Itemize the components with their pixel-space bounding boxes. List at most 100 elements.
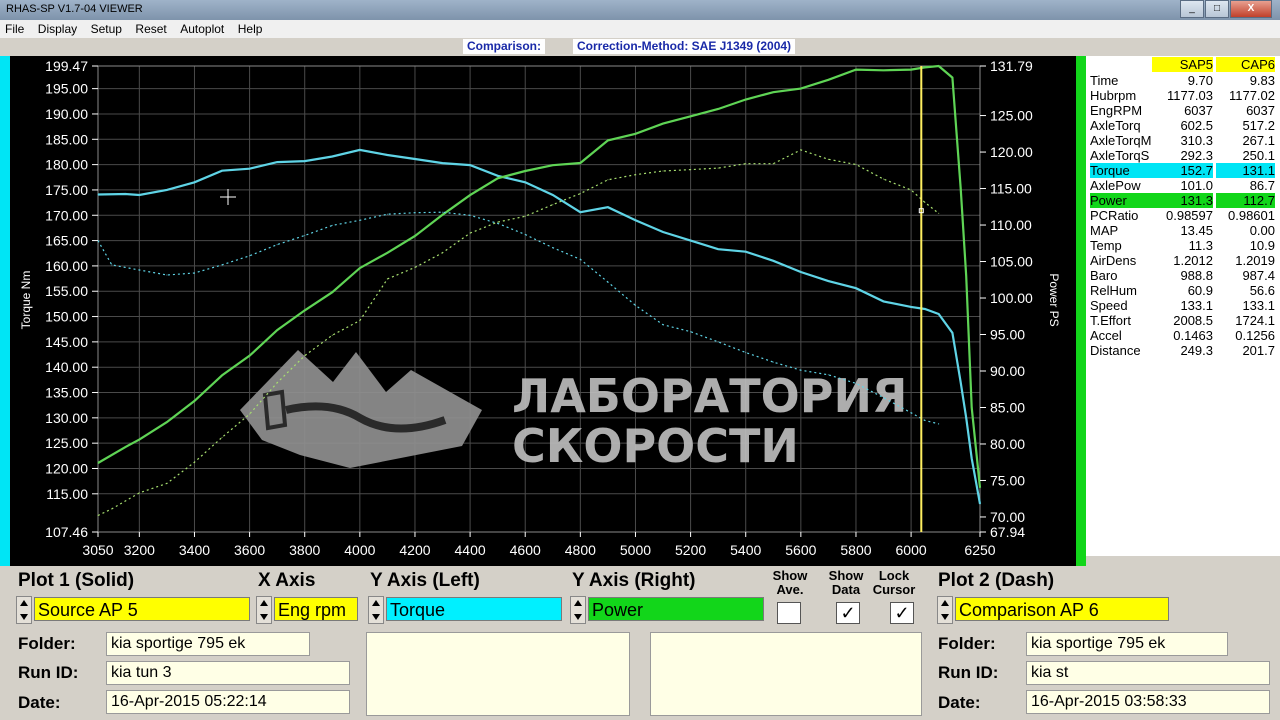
plot1-runid-field[interactable]: kia tun 3	[106, 661, 350, 685]
x-tick-label: 6000	[896, 542, 927, 558]
lock-cursor-checkbox[interactable]: ✓	[890, 602, 914, 624]
series-point	[193, 400, 196, 402]
series-point	[634, 304, 637, 307]
plot2-folder-field[interactable]: kia sportige 795 ek	[1026, 632, 1228, 656]
y-left-select[interactable]: Torque	[386, 597, 562, 621]
series-point	[960, 187, 962, 190]
series-point	[960, 381, 962, 383]
notes-box-left[interactable]	[366, 632, 630, 716]
table-row: EngRPM 6037 6037	[1086, 103, 1280, 118]
y-left-tick-label: 170.00	[45, 207, 88, 223]
plot1-folder-field[interactable]: kia sportige 795 ek	[106, 632, 310, 656]
plot1-date-field[interactable]: 16-Apr-2015 05:22:14	[106, 690, 350, 714]
series-point	[689, 115, 692, 117]
row-value-cap6: 1177.02	[1228, 88, 1275, 103]
y-left-tick-label: 145.00	[45, 334, 88, 350]
series-point	[910, 412, 912, 414]
row-value-sap5: 11.3	[1188, 238, 1213, 253]
series-point	[951, 332, 954, 334]
y-left-spinner[interactable]	[368, 596, 384, 624]
row-value-sap5: 60.9	[1187, 283, 1213, 298]
x-tick-label: 5600	[785, 542, 816, 558]
table-row: Accel 0.1463 0.1256	[1086, 328, 1280, 343]
y-axis-right-title: Y Axis (Right)	[572, 570, 696, 591]
x-axis-spinner[interactable]	[256, 596, 272, 624]
y-right-tick-label: 85.00	[990, 399, 1025, 415]
row-value-cap6: 201.7	[1242, 343, 1275, 358]
x-tick-label: 4400	[455, 542, 486, 558]
series-point	[689, 239, 692, 242]
series-point	[938, 423, 940, 425]
dyno-chart[interactable]: ЛАБОРАТОРИЯСКОРОСТИ 3050 3200 3400 3600 3800…	[0, 0, 1086, 566]
row-value-cap6: 0.1256	[1235, 328, 1275, 343]
series-point	[386, 213, 389, 215]
plot2-source-spinner[interactable]	[937, 596, 953, 624]
series-point	[910, 189, 912, 191]
row-value-sap5: 9.70	[1187, 73, 1213, 88]
series-point	[717, 248, 719, 250]
row-value-cap6: 131.1	[1216, 163, 1275, 178]
show-ave-checkbox[interactable]	[777, 602, 801, 624]
watermark-emblem	[240, 350, 482, 468]
y-right-tick-label: 120.00	[990, 144, 1033, 160]
plot2-runid-field[interactable]: kia st	[1026, 661, 1270, 685]
row-value-cap6: 0.98601	[1228, 208, 1275, 223]
series-point	[634, 133, 637, 135]
y-right-spinner[interactable]	[570, 596, 586, 624]
y-left-tick-label: 165.00	[45, 233, 88, 249]
x-tick-label: 3600	[234, 542, 265, 558]
table-row: Distance 249.3 201.7	[1086, 343, 1280, 358]
y-right-tick-label: 90.00	[990, 363, 1025, 379]
series-point	[221, 436, 223, 439]
row-label: Power	[1090, 193, 1152, 208]
plot1-source-spinner[interactable]	[16, 596, 32, 624]
series-point	[524, 233, 526, 236]
series-point	[800, 369, 802, 371]
series-point	[248, 355, 251, 357]
plot2-date-field[interactable]: 16-Apr-2015 03:58:33	[1026, 690, 1270, 714]
series-point	[938, 65, 940, 67]
notes-box-right[interactable]	[650, 632, 922, 716]
x-tick-label: 4800	[565, 542, 596, 558]
y-left-tick-label: 160.00	[45, 258, 88, 274]
series-point	[745, 251, 747, 253]
close-button[interactable]: X	[1230, 0, 1272, 18]
x-tick-label: 5400	[730, 542, 761, 558]
row-label: Temp	[1090, 238, 1122, 253]
row-value-sap5: 1177.03	[1166, 88, 1213, 103]
row-label: MAP	[1090, 223, 1119, 238]
series-point	[800, 271, 802, 273]
x-axis-select[interactable]: Eng rpm	[274, 597, 358, 621]
series-point	[634, 174, 637, 176]
series-point	[800, 87, 802, 90]
plot1-source-select[interactable]: Source AP 5	[34, 597, 250, 621]
maximize-button[interactable]: □	[1205, 0, 1229, 18]
series-point	[276, 329, 278, 331]
y-right-select[interactable]: Power	[588, 597, 764, 621]
series-point	[979, 487, 981, 489]
series-point	[497, 221, 499, 223]
series-point	[717, 167, 719, 169]
plot2-source-select[interactable]: Comparison AP 6	[955, 597, 1169, 621]
y-left-tick-label: 195.00	[45, 81, 88, 97]
show-data-checkbox[interactable]: ✓	[836, 602, 860, 624]
series-point	[689, 331, 692, 333]
series-point	[745, 163, 747, 165]
y-left-axis-title: Torque Nm	[19, 271, 33, 330]
row-label: EngRPM	[1090, 103, 1143, 118]
row-label: Torque	[1090, 163, 1152, 178]
series-point	[979, 503, 981, 505]
watermark-shape	[240, 350, 482, 468]
series-point	[662, 324, 664, 326]
series-point	[414, 266, 416, 268]
y-left-tick-label: 185.00	[45, 131, 88, 147]
row-value-cap6: 0.00	[1249, 223, 1275, 238]
series-point	[97, 514, 99, 517]
row-label: AxleTorqS	[1090, 148, 1150, 163]
minimize-button[interactable]: _	[1180, 0, 1204, 18]
row-value-cap6: 1.2019	[1235, 253, 1275, 268]
table-row: AxleTorqS 292.3 250.1	[1086, 148, 1280, 163]
plot2-runid-label: Run ID:	[938, 663, 999, 682]
series-point	[248, 168, 251, 170]
table-row: Speed 133.1 133.1	[1086, 298, 1280, 313]
